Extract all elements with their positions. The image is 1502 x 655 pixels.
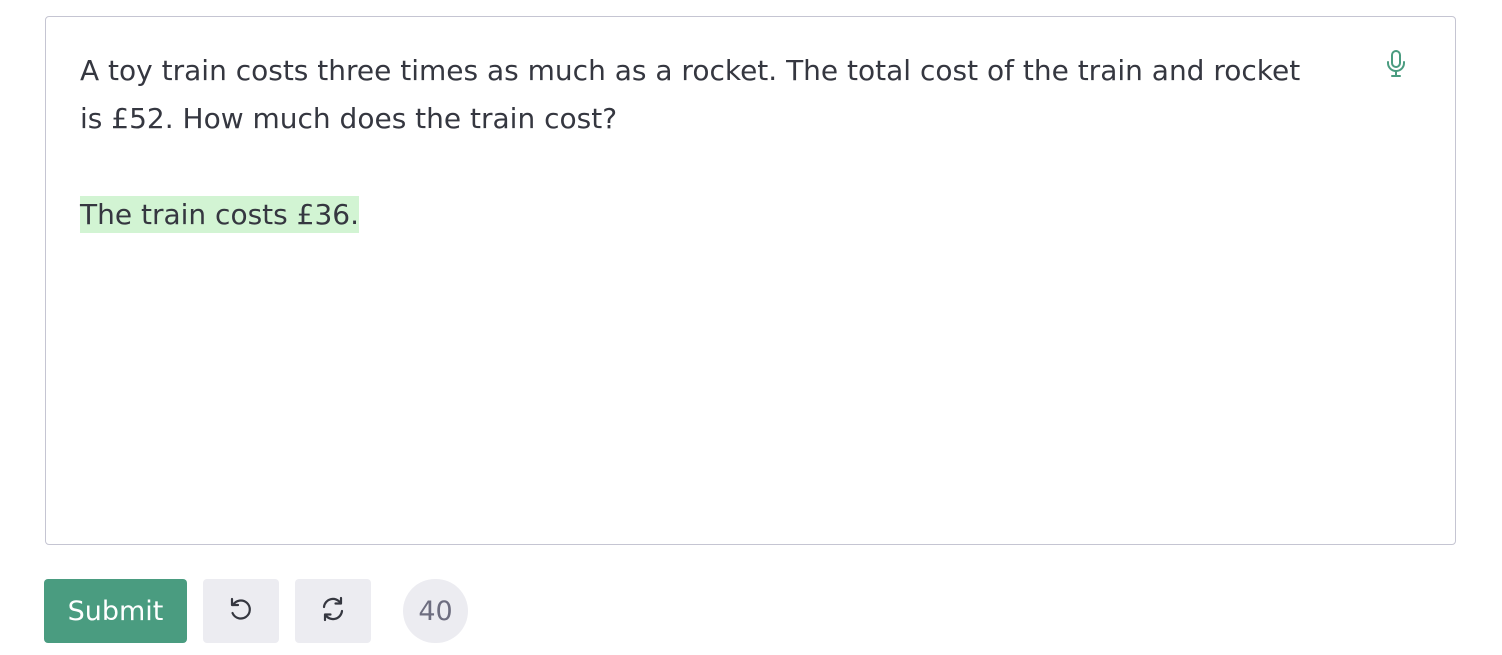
submit-button[interactable]: Submit — [44, 579, 187, 643]
prompt-editor[interactable]: A toy train costs three times as much as… — [45, 16, 1456, 545]
undo-button[interactable] — [203, 579, 279, 643]
token-count-badge: 40 — [403, 579, 468, 643]
regenerate-icon — [318, 594, 348, 628]
regenerate-button[interactable] — [295, 579, 371, 643]
completion-line: The train costs £36. — [80, 191, 1360, 239]
prompt-text-line-1: A toy train costs three times as much as… — [80, 54, 1301, 87]
microphone-icon[interactable] — [1384, 48, 1408, 80]
undo-icon — [227, 595, 255, 627]
completion-highlight: The train costs £36. — [80, 196, 359, 233]
prompt-text-line-2: is £52. How much does the train cost? — [80, 102, 618, 135]
editor-text[interactable]: A toy train costs three times as much as… — [80, 47, 1360, 239]
